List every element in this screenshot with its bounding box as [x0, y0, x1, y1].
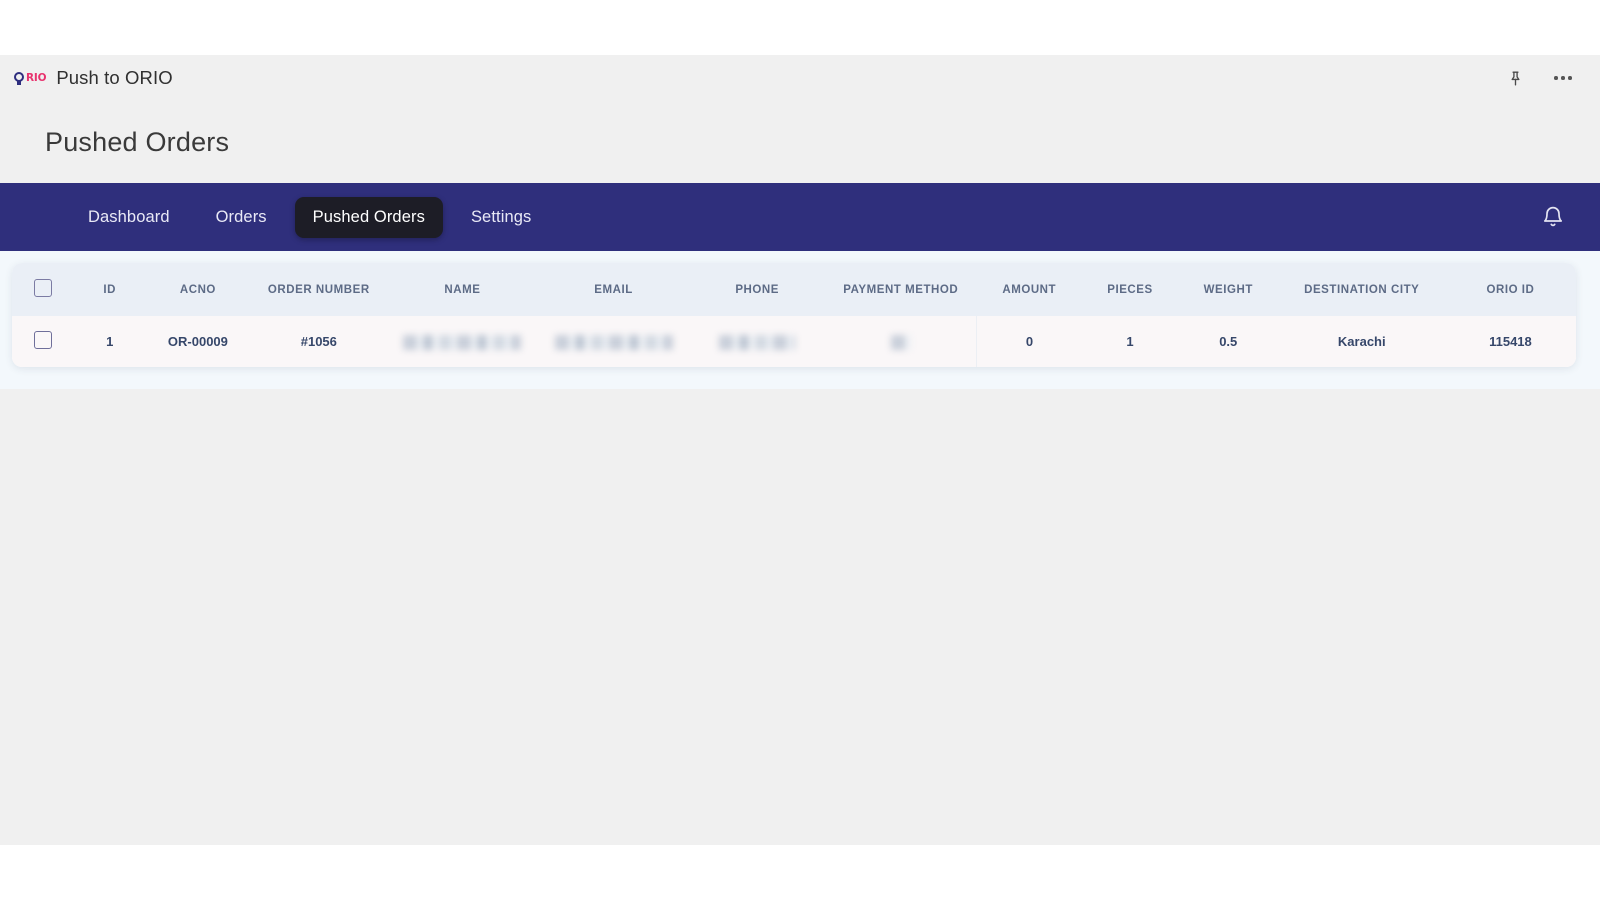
table-header-row: ID ACNO ORDER NUMBER NAME EMAIL PHONE PA… — [12, 263, 1576, 316]
bottom-strip — [0, 845, 1600, 900]
cell-acno: OR-00009 — [167, 334, 228, 349]
page-root: RIO Push to ORIO Pushed Orders Dashboard… — [0, 0, 1600, 900]
column-header-payment-method[interactable]: PAYMENT METHOD — [825, 263, 976, 316]
orio-wordmark: RIO — [26, 71, 47, 84]
more-dots — [1554, 76, 1572, 80]
app-title: Push to ORIO — [56, 67, 173, 88]
orio-mark — [14, 71, 25, 85]
app-identity: RIO Push to ORIO — [14, 67, 173, 89]
column-header-weight[interactable]: WEIGHT — [1178, 263, 1279, 316]
page-title: Pushed Orders — [45, 126, 230, 157]
row-checkbox[interactable] — [34, 331, 53, 349]
main-navbar: Dashboard Orders Pushed Orders Settings — [0, 183, 1600, 251]
empty-content-area — [0, 389, 1600, 819]
cell-weight: 0.5 — [1219, 334, 1238, 349]
cell-name — [387, 316, 538, 367]
column-header-destination-city[interactable]: DESTINATION CITY — [1279, 263, 1445, 316]
column-header-name[interactable]: NAME — [387, 263, 538, 316]
column-header-id[interactable]: ID — [74, 263, 145, 316]
table-header: ID ACNO ORDER NUMBER NAME EMAIL PHONE PA… — [12, 263, 1576, 316]
cell-phone — [689, 316, 825, 367]
pushed-orders-table: ID ACNO ORDER NUMBER NAME EMAIL PHONE PA… — [12, 263, 1576, 367]
nav-item-dashboard[interactable]: Dashboard — [70, 197, 188, 238]
cell-payment-method — [825, 316, 977, 367]
orio-logo-icon: RIO — [14, 71, 47, 85]
cell-amount: 0 — [1025, 334, 1034, 349]
app-frame: RIO Push to ORIO Pushed Orders Dashboard… — [0, 55, 1600, 845]
redacted-payment-method — [890, 334, 911, 350]
cell-pieces: 1 — [1126, 334, 1134, 349]
column-header-order-number[interactable]: ORDER NUMBER — [251, 263, 387, 316]
pin-icon[interactable] — [1502, 65, 1528, 91]
column-header-select — [12, 263, 74, 316]
select-all-checkbox[interactable] — [34, 279, 53, 297]
cell-order-number: #1056 — [300, 334, 337, 349]
column-header-amount[interactable]: AMOUNT — [976, 263, 1082, 316]
table-region: ID ACNO ORDER NUMBER NAME EMAIL PHONE PA… — [0, 251, 1600, 389]
column-header-acno[interactable]: ACNO — [145, 263, 251, 316]
app-titlebar: RIO Push to ORIO — [0, 55, 1600, 101]
cell-orio-id: 115418 — [1489, 334, 1532, 349]
nav-right — [1536, 200, 1570, 234]
column-header-phone[interactable]: PHONE — [689, 263, 825, 316]
redacted-phone — [719, 334, 796, 350]
titlebar-actions — [1502, 65, 1576, 91]
page-heading-band: Pushed Orders — [0, 101, 1600, 183]
nav-item-orders[interactable]: Orders — [198, 197, 285, 238]
column-header-orio-id[interactable]: ORIO ID — [1445, 263, 1576, 316]
cell-email — [538, 316, 689, 367]
nav-item-pushed-orders[interactable]: Pushed Orders — [294, 196, 443, 238]
nav-item-settings[interactable]: Settings — [453, 197, 549, 238]
cell-destination-city: Karachi — [1337, 334, 1386, 349]
table-body: 1 OR-00009 #1056 0 1 0.5 Karachi 115418 — [12, 316, 1576, 367]
row-select-cell — [12, 316, 74, 367]
bell-icon[interactable] — [1536, 200, 1570, 234]
column-header-pieces[interactable]: PIECES — [1082, 263, 1178, 316]
orders-table-card: ID ACNO ORDER NUMBER NAME EMAIL PHONE PA… — [12, 263, 1576, 367]
redacted-email — [554, 334, 673, 350]
more-options-icon[interactable] — [1550, 65, 1576, 91]
column-header-email[interactable]: EMAIL — [538, 263, 689, 316]
redacted-name — [403, 334, 522, 350]
table-row[interactable]: 1 OR-00009 #1056 0 1 0.5 Karachi 115418 — [12, 316, 1576, 367]
nav-items: Dashboard Orders Pushed Orders Settings — [70, 196, 549, 238]
cell-id: 1 — [106, 334, 114, 349]
